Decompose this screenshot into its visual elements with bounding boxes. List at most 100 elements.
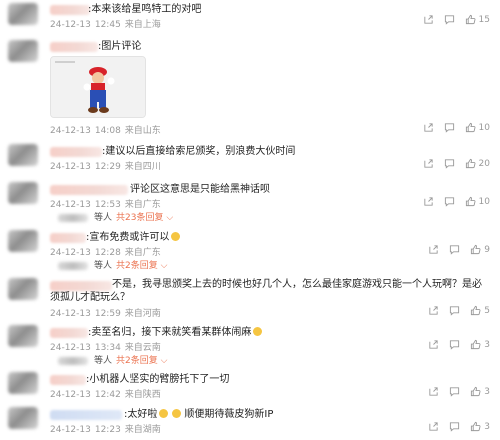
- comment-date: 24-12-13: [50, 20, 91, 30]
- comment-text-body: :太好啦: [124, 409, 158, 420]
- comment-icon: [450, 340, 460, 350]
- share-button[interactable]: [428, 305, 439, 316]
- reply-summary[interactable]: 等人 共2条回复 ⌵: [58, 353, 167, 366]
- like-icon: [465, 122, 476, 133]
- share-icon: [429, 245, 438, 254]
- username[interactable]: [50, 233, 86, 243]
- comment-date: 24-12-13: [50, 248, 91, 258]
- share-icon: [423, 159, 433, 168]
- username[interactable]: [50, 375, 86, 385]
- like-button[interactable]: 3: [470, 339, 490, 350]
- comment-button[interactable]: [444, 122, 455, 133]
- username[interactable]: [50, 5, 90, 15]
- avatar[interactable]: [8, 182, 38, 204]
- share-icon: [429, 387, 438, 396]
- share-icon: [423, 15, 433, 24]
- avatar[interactable]: [8, 230, 38, 252]
- comment-time: 12:23: [94, 425, 121, 435]
- username[interactable]: [50, 185, 128, 195]
- like-icon: [471, 421, 481, 432]
- comment-button[interactable]: [444, 196, 455, 207]
- like-button[interactable]: 5: [470, 305, 490, 316]
- share-icon: [429, 306, 438, 315]
- share-button[interactable]: [428, 421, 439, 432]
- like-button[interactable]: 3: [470, 421, 490, 432]
- comment-actions: 9: [428, 244, 490, 255]
- reply-avatars: [58, 356, 88, 365]
- comment-time: 12:53: [94, 200, 121, 210]
- like-icon: [465, 14, 476, 25]
- share-icon: [423, 197, 433, 206]
- like-count: 3: [484, 421, 490, 432]
- comment-text: :小机器人坚实的臂膀托下了一切: [86, 374, 230, 385]
- emoji-icon: [172, 409, 182, 418]
- comment-button[interactable]: [449, 305, 460, 316]
- comment-button[interactable]: [449, 339, 460, 350]
- share-button[interactable]: [423, 122, 434, 133]
- share-icon: [429, 340, 438, 349]
- more-replies-link[interactable]: 共2条回复: [116, 261, 158, 271]
- comment-meta: 24-12-13 13:34 来自云南: [50, 340, 165, 353]
- avatar[interactable]: [8, 325, 38, 347]
- avatar[interactable]: [8, 144, 38, 166]
- avatar[interactable]: [8, 40, 38, 62]
- comment-image[interactable]: [50, 56, 146, 118]
- share-button[interactable]: [423, 196, 434, 207]
- comment-button[interactable]: [449, 386, 460, 397]
- reply-summary[interactable]: 等人 共2条回复 ⌵: [58, 258, 167, 271]
- comment-text: :本来该给星鸣特工的对吧: [88, 4, 202, 15]
- like-count: 10: [478, 122, 490, 133]
- share-icon: [429, 422, 438, 431]
- more-replies-link[interactable]: 共23条回复: [116, 213, 163, 223]
- like-button[interactable]: 3: [470, 386, 490, 397]
- avatar[interactable]: [8, 3, 38, 25]
- like-count: 20: [478, 158, 490, 169]
- comment-actions: 10: [423, 122, 490, 133]
- share-button[interactable]: [428, 386, 439, 397]
- comment-button[interactable]: [444, 158, 455, 169]
- chevron-down-icon: ⌵: [157, 356, 168, 366]
- comment-date: 24-12-13: [50, 162, 91, 172]
- like-count: 3: [484, 386, 490, 397]
- comment-text-body: :卖至名归，接下来就笑看某群体闹麻: [88, 327, 252, 338]
- comment-source: 来自山东: [124, 126, 161, 136]
- like-button[interactable]: 10: [465, 122, 490, 133]
- share-button[interactable]: [423, 14, 434, 25]
- like-icon: [465, 196, 476, 207]
- username[interactable]: [50, 147, 102, 157]
- comment-button[interactable]: [449, 244, 460, 255]
- comment-time: 12:28: [94, 248, 121, 258]
- comment-icon: [444, 123, 454, 133]
- reply-summary[interactable]: 等人 共23条回复 ⌵: [58, 210, 173, 223]
- comment-time: 13:34: [94, 343, 121, 353]
- username[interactable]: [50, 328, 88, 338]
- like-button[interactable]: 15: [465, 14, 490, 25]
- emoji-icon: [253, 327, 263, 336]
- like-button[interactable]: 9: [470, 244, 490, 255]
- username[interactable]: [50, 410, 122, 420]
- avatar[interactable]: [8, 372, 38, 394]
- reply-users-label: 等人: [94, 356, 113, 366]
- comment-button[interactable]: [449, 421, 460, 432]
- comment-icon: [450, 422, 460, 432]
- more-replies-link[interactable]: 共2条回复: [116, 356, 158, 366]
- share-button[interactable]: [428, 244, 439, 255]
- like-icon: [471, 339, 481, 350]
- comment-button[interactable]: [444, 14, 455, 25]
- like-button[interactable]: 10: [465, 196, 490, 207]
- avatar[interactable]: [8, 407, 38, 429]
- comment-actions: 15: [423, 14, 490, 25]
- like-icon: [471, 386, 481, 397]
- comment-time: 12:45: [94, 20, 121, 30]
- like-button[interactable]: 20: [465, 158, 490, 169]
- share-button[interactable]: [428, 339, 439, 350]
- comment-text: :图片评论: [98, 41, 142, 52]
- comment-text: :建议以后直接给索尼颁奖，别浪费大伙时间: [102, 146, 296, 157]
- comment-icon: [444, 15, 454, 25]
- avatar[interactable]: [8, 278, 38, 300]
- share-button[interactable]: [423, 158, 434, 169]
- comment-date: 24-12-13: [50, 200, 91, 210]
- comment-icon: [444, 159, 454, 169]
- username[interactable]: [50, 42, 98, 52]
- chevron-down-icon: ⌵: [163, 213, 174, 223]
